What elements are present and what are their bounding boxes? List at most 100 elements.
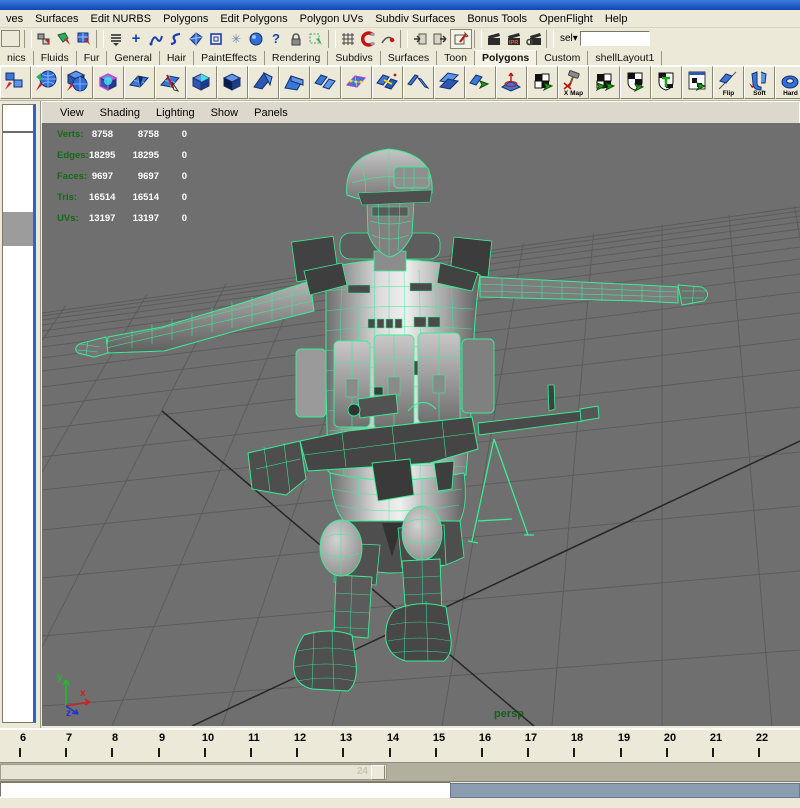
hud-value: 16514 bbox=[132, 192, 159, 203]
shelf-extrude-face-icon[interactable] bbox=[186, 66, 217, 99]
shelf-tab-subdivs[interactable]: Subdivs bbox=[328, 51, 381, 65]
shelf-merge-edge-icon[interactable] bbox=[372, 66, 403, 99]
select-component-icon[interactable] bbox=[74, 30, 94, 48]
move-tool-icon[interactable]: + bbox=[126, 30, 146, 48]
menu-bonus-tools[interactable]: Bonus Tools bbox=[461, 13, 533, 25]
menu-edit-nurbs[interactable]: Edit NURBS bbox=[85, 13, 158, 25]
shelf-tab-custom[interactable]: Custom bbox=[537, 51, 589, 65]
shelf-two-planes-icon[interactable] bbox=[310, 66, 341, 99]
hud-value: 8758 bbox=[91, 129, 113, 140]
range-slider[interactable]: 24 bbox=[0, 763, 800, 782]
lock-icon[interactable] bbox=[286, 30, 306, 48]
shelf-uv-crest-icon[interactable] bbox=[620, 66, 651, 99]
layout-shortcut-box[interactable] bbox=[1, 30, 20, 47]
shelf-tab-shelllayout1[interactable]: shellLayout1 bbox=[588, 51, 663, 65]
shelf-open-cube-icon[interactable] bbox=[217, 66, 248, 99]
menu-polygons[interactable]: Polygons bbox=[157, 13, 214, 25]
menu-surfaces[interactable]: Surfaces bbox=[29, 13, 84, 25]
viewport-canvas[interactable]: Verts: 8758 8758 0 Edges: 18295 18295 0 Faces:… bbox=[42, 123, 800, 726]
frame-label: 14 bbox=[386, 732, 400, 744]
output-connections-icon[interactable] bbox=[430, 30, 450, 48]
construction-history-icon[interactable] bbox=[450, 28, 472, 49]
shelf-tab-toon[interactable]: Toon bbox=[437, 51, 475, 65]
shelf-tab-surfaces[interactable]: Surfaces bbox=[381, 51, 438, 65]
menu-subdiv-surfaces[interactable]: Subdiv Surfaces bbox=[369, 13, 461, 25]
menu-polygon-uvs[interactable]: Polygon UVs bbox=[294, 13, 370, 25]
snap-grid-icon[interactable] bbox=[338, 30, 358, 48]
shelf-poly-sphere-proj-icon[interactable] bbox=[31, 66, 62, 99]
viewport-menu-show[interactable]: Show bbox=[203, 107, 247, 119]
viewport-menu-shading[interactable]: Shading bbox=[92, 107, 148, 119]
render-settings-icon[interactable] bbox=[524, 30, 544, 48]
shelf-cube-sphere-icon[interactable] bbox=[62, 66, 93, 99]
shelf-plane-fan-icon[interactable] bbox=[124, 66, 155, 99]
viewport-menu-panels[interactable]: Panels bbox=[246, 107, 296, 119]
shelf-revolve-axis-icon[interactable] bbox=[496, 66, 527, 99]
shelf-delete-edge-icon[interactable] bbox=[155, 66, 186, 99]
shelf-smooth-cube-icon[interactable] bbox=[93, 66, 124, 99]
shelf-harden-edge-icon[interactable]: Hard bbox=[775, 66, 800, 99]
shelf-xmap-hammer-icon[interactable]: X Map bbox=[558, 66, 589, 99]
shelf-tab-fluids[interactable]: Fluids bbox=[34, 51, 77, 65]
left-side-panel[interactable] bbox=[0, 101, 40, 726]
left-panel-selected-item[interactable] bbox=[3, 212, 33, 246]
shelf-uv-shield-t-icon[interactable] bbox=[651, 66, 682, 99]
shelf-tab-general[interactable]: General bbox=[107, 51, 160, 65]
sphere-tool-icon[interactable] bbox=[246, 30, 266, 48]
workspace: View Shading Lighting Show Panels Verts:… bbox=[0, 101, 800, 728]
frame-label: 19 bbox=[617, 732, 631, 744]
gun-muzzle bbox=[579, 405, 600, 422]
shelf-tab-painteffects[interactable]: PaintEffects bbox=[194, 51, 265, 65]
snap-magnet-icon[interactable] bbox=[358, 30, 378, 48]
frame-label: 9 bbox=[158, 732, 166, 744]
menu-curves[interactable]: ves bbox=[0, 13, 29, 25]
frame-tool-icon[interactable] bbox=[206, 30, 226, 48]
time-slider[interactable]: 6 7 8 9 10 11 12 13 14 15 16 17 18 19 20… bbox=[0, 728, 800, 763]
menu-help[interactable]: Help bbox=[599, 13, 634, 25]
menu-edit-polygons[interactable]: Edit Polygons bbox=[214, 13, 293, 25]
range-end-handle[interactable] bbox=[371, 765, 385, 780]
shelf-tab-rendering[interactable]: Rendering bbox=[265, 51, 329, 65]
shelf-merge-verts-icon[interactable] bbox=[341, 66, 372, 99]
shelf-stacked-planes-icon[interactable] bbox=[434, 66, 465, 99]
select-hierarchy-icon[interactable] bbox=[34, 30, 54, 48]
viewport-menu-lighting[interactable]: Lighting bbox=[148, 107, 203, 119]
shelf-soften-edge-icon[interactable]: Soft bbox=[744, 66, 775, 99]
selection-mode-dropdown[interactable]: sel▾ bbox=[560, 33, 578, 44]
select-object-icon[interactable] bbox=[54, 30, 74, 48]
frame-label: 6 bbox=[19, 732, 27, 744]
shelf-ramp-icon[interactable] bbox=[279, 66, 310, 99]
shelf-wedge-icon[interactable] bbox=[248, 66, 279, 99]
shelf-poly-split-icon[interactable] bbox=[0, 66, 31, 99]
ipr-render-icon[interactable]: IPR bbox=[504, 30, 524, 48]
particle-tool-icon[interactable]: ✳ bbox=[226, 30, 246, 48]
toolbar-separator bbox=[474, 29, 482, 48]
hud-value: 18295 bbox=[132, 150, 159, 161]
pick-mask-dropdown-icon[interactable] bbox=[106, 30, 126, 48]
menu-openflight[interactable]: OpenFlight bbox=[533, 13, 599, 25]
curve-tool-icon[interactable] bbox=[146, 30, 166, 48]
shelf-uv-checker-icon[interactable] bbox=[527, 66, 558, 99]
ep-curve-icon[interactable] bbox=[166, 30, 186, 48]
help-tool-icon[interactable]: ? bbox=[266, 30, 286, 48]
shelf-flip-icon[interactable]: Flip bbox=[713, 66, 744, 99]
input-connections-icon[interactable] bbox=[410, 30, 430, 48]
shelf-append-poly-icon[interactable] bbox=[465, 66, 496, 99]
render-current-frame-icon[interactable] bbox=[484, 30, 504, 48]
shelf-tab-polygons[interactable]: Polygons bbox=[474, 50, 538, 65]
snap-curve-icon[interactable] bbox=[378, 30, 398, 48]
highlight-selection-icon[interactable] bbox=[306, 30, 326, 48]
left-panel-body[interactable] bbox=[2, 104, 36, 723]
quick-selection-input[interactable] bbox=[579, 31, 650, 46]
shelf-tab-fur[interactable]: Fur bbox=[77, 51, 108, 65]
shelf-tab-hair[interactable]: Hair bbox=[160, 51, 195, 65]
shelf-uv-editor-icon[interactable] bbox=[682, 66, 713, 99]
frame-tick bbox=[573, 748, 575, 757]
shelf-uv-project-icon[interactable] bbox=[589, 66, 620, 99]
poly-cube-icon[interactable] bbox=[186, 30, 206, 48]
shelf-split-planes-icon[interactable] bbox=[403, 66, 434, 99]
command-input[interactable] bbox=[0, 782, 451, 797]
shelf-tab-dynamics[interactable]: nics bbox=[0, 51, 34, 65]
playback-range-bar[interactable]: 24 bbox=[0, 764, 387, 780]
viewport-menu-view[interactable]: View bbox=[52, 107, 92, 119]
